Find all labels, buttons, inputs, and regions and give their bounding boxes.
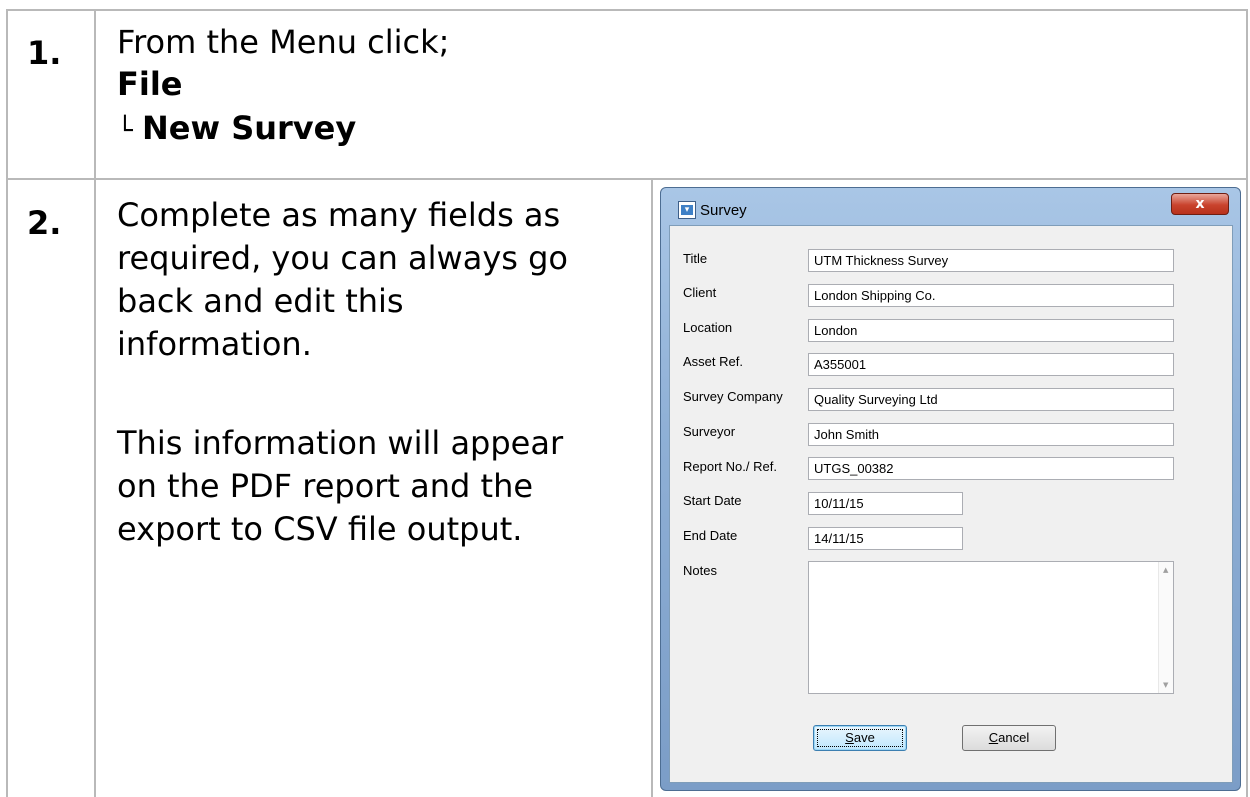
field-label-title: Title bbox=[683, 251, 708, 266]
field-label-location: Location bbox=[683, 320, 733, 335]
step2-text-line: on the PDF report and the bbox=[117, 467, 534, 505]
table-border-top bbox=[6, 9, 1248, 11]
field-label-survey-company: Survey Company bbox=[683, 389, 783, 404]
field-label-asset-ref: Asset Ref. bbox=[683, 354, 743, 369]
step2-text-line: back and edit this bbox=[117, 282, 404, 320]
step1-instruction: From the Menu click; bbox=[117, 23, 450, 61]
step2-text-line: This information will appear bbox=[117, 424, 564, 462]
client-input[interactable]: London Shipping Co. bbox=[808, 284, 1174, 307]
title-input[interactable]: UTM Thickness Survey bbox=[808, 249, 1174, 272]
field-label-client: Client bbox=[683, 285, 717, 300]
field-label-notes: Notes bbox=[683, 563, 717, 578]
survey-company-input[interactable]: Quality Surveying Ltd bbox=[808, 388, 1174, 411]
cancel-label-rest: ancel bbox=[998, 730, 1030, 745]
step1-submenu-connector: └ bbox=[117, 116, 133, 146]
scroll-up-arrow-icon[interactable]: ▲ bbox=[1163, 566, 1168, 574]
field-label-start-date: Start Date bbox=[683, 493, 742, 508]
step2-text-line: required, you can always go bbox=[117, 239, 568, 277]
table-divider-image bbox=[651, 180, 653, 797]
step-number-2: 2. bbox=[27, 204, 62, 242]
step1-menu-file: File bbox=[117, 65, 183, 103]
survey-dialog: ▾ Survey x bbox=[660, 187, 1241, 791]
save-button[interactable]: Save bbox=[813, 725, 907, 751]
scroll-down-arrow-icon[interactable]: ▼ bbox=[1163, 681, 1168, 689]
window-icon: ▾ bbox=[678, 201, 696, 219]
table-border-left bbox=[6, 9, 8, 797]
step1-menu-new-survey: New Survey bbox=[142, 109, 357, 147]
table-border-right bbox=[1246, 9, 1248, 797]
field-label-end-date: End Date bbox=[683, 528, 738, 543]
notes-textarea[interactable]: ▲ ▼ bbox=[808, 561, 1174, 694]
dialog-title: Survey bbox=[700, 202, 747, 219]
cancel-accesskey: C bbox=[988, 730, 999, 745]
surveyor-input[interactable]: John Smith bbox=[808, 423, 1174, 446]
table-row-divider bbox=[6, 178, 1248, 180]
end-date-input[interactable]: 14/11/15 bbox=[808, 527, 963, 550]
close-button[interactable]: x bbox=[1171, 193, 1229, 215]
start-date-input[interactable]: 10/11/15 bbox=[808, 492, 963, 515]
location-input[interactable]: London bbox=[808, 319, 1174, 342]
cancel-button[interactable]: Cancel bbox=[962, 725, 1056, 751]
field-label-report-no: Report No./ Ref. bbox=[683, 459, 777, 474]
asset-ref-input[interactable]: A355001 bbox=[808, 353, 1174, 376]
step-number-1: 1. bbox=[27, 34, 62, 72]
notes-scrollbar[interactable]: ▲ ▼ bbox=[1158, 562, 1173, 693]
step2-text-line: Complete as many fields as bbox=[117, 196, 561, 234]
report-no-input[interactable]: UTGS_00382 bbox=[808, 457, 1174, 480]
field-label-surveyor: Surveyor bbox=[683, 424, 736, 439]
step2-text-line: export to CSV file output. bbox=[117, 510, 523, 548]
step2-text-line: information. bbox=[117, 325, 312, 363]
table-divider-number bbox=[94, 9, 96, 797]
